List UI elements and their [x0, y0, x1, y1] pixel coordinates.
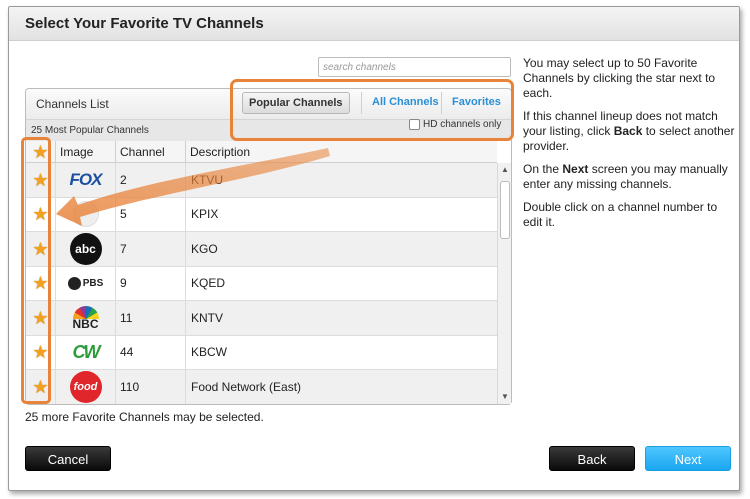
help-text: You may select up to 50 Favorite Channel…	[523, 56, 735, 238]
channel-description: KBCW	[191, 345, 227, 360]
channel-description: Food Network (East)	[191, 379, 302, 394]
hd-only-toggle[interactable]: HD channels only	[409, 119, 501, 130]
help-next-text-pre: On the	[523, 162, 563, 176]
table-scrollbar[interactable]: ▲ ▼	[497, 163, 511, 404]
help-paragraph-back: If this channel lineup does not match yo…	[523, 109, 735, 154]
channels-list-title: Channels List	[36, 97, 109, 111]
table-row[interactable]: ★ CW 44 KBCW	[26, 335, 497, 370]
nbc-logo-text: NBC	[72, 316, 99, 331]
channel-logo-cell: PBS	[56, 266, 116, 300]
scroll-up-arrow-icon[interactable]: ▲	[498, 163, 512, 177]
search-channels-input[interactable]	[318, 57, 511, 77]
channel-number[interactable]: 7	[116, 232, 186, 266]
scroll-down-arrow-icon[interactable]: ▼	[498, 390, 512, 404]
channel-logo-cell: abc	[56, 232, 116, 266]
channel-number[interactable]: 2	[116, 163, 186, 197]
table-row[interactable]: ★ food 110 Food Network (East)	[26, 370, 497, 404]
pbs-logo: PBS	[67, 276, 104, 290]
channel-logo-cell: NBC	[56, 301, 116, 335]
channel-number[interactable]: 5	[116, 197, 186, 231]
tab-favorites[interactable]: Favorites	[441, 92, 507, 114]
help-paragraph-next: On the Next screen you may manually ente…	[523, 162, 735, 192]
help-back-bold: Back	[613, 124, 643, 138]
help-paragraph-limit: You may select up to 50 Favorite Channel…	[523, 56, 716, 100]
hd-only-label: HD channels only	[423, 119, 502, 130]
channel-description: KQED	[191, 276, 226, 291]
table-row[interactable]: ★ NBC 11 KNTV	[26, 301, 497, 336]
channel-description: KPIX	[191, 207, 219, 222]
channel-logo-cell: FOX	[56, 163, 116, 197]
nbc-logo: NBC	[72, 305, 99, 331]
cw-logo: CW	[72, 341, 101, 362]
channel-logo-cell: food	[56, 370, 116, 404]
remaining-favorites-note: 25 more Favorite Channels may be selecte…	[25, 410, 264, 424]
favorite-stars-highlight	[21, 137, 51, 404]
channel-number[interactable]: 44	[116, 335, 186, 369]
channel-column-header: Channel	[116, 141, 186, 163]
table-row[interactable]: ★ FOX 2 KTVU	[26, 163, 497, 198]
food-network-logo: food	[69, 370, 102, 403]
most-popular-label: 25 Most Popular Channels	[31, 125, 149, 136]
cbs-logo	[72, 201, 99, 228]
hd-only-checkbox[interactable]	[409, 119, 420, 130]
channel-description: KGO	[191, 241, 218, 256]
scrollbar-thumb[interactable]	[500, 181, 510, 239]
cancel-button[interactable]: Cancel	[25, 446, 111, 471]
description-column-header: Description	[186, 141, 497, 163]
channel-number[interactable]: 11	[116, 301, 186, 335]
pbs-logo-text: PBS	[82, 277, 104, 289]
abc-logo: abc	[69, 232, 102, 265]
table-row[interactable]: ★ abc 7 KGO	[26, 232, 497, 267]
pbs-head-icon	[67, 276, 81, 290]
channel-number[interactable]: 110	[116, 370, 186, 404]
channel-description: KNTV	[191, 310, 224, 325]
filter-tabs-highlight: Popular Channels All Channels Favorites …	[230, 79, 514, 141]
channel-number[interactable]: 9	[116, 266, 186, 300]
table-row[interactable]: ★ 5 KPIX	[26, 197, 497, 232]
channel-logo-cell	[56, 197, 116, 231]
tab-all-channels[interactable]: All Channels	[361, 92, 445, 114]
next-button[interactable]: Next	[645, 446, 731, 471]
channel-logo-cell: CW	[56, 335, 116, 369]
help-next-bold: Next	[562, 162, 589, 176]
back-button[interactable]: Back	[549, 446, 635, 471]
table-body: ★ FOX 2 KTVU ★ 5 KPIX ★ abc 7 KGO ★ PBS 9 KQED ★ NBC 11 KN…	[26, 163, 497, 404]
fox-logo: FOX	[69, 169, 103, 189]
tab-popular-channels[interactable]: Popular Channels	[242, 92, 350, 114]
channel-description: KTVU	[191, 172, 224, 187]
table-row[interactable]: ★ PBS 9 KQED	[26, 266, 497, 301]
help-paragraph-edit: Double click on a channel number to edit…	[523, 200, 718, 229]
dialog-title: Select Your Favorite TV Channels	[25, 15, 264, 32]
image-column-header: Image	[56, 141, 116, 163]
title-bar: Select Your Favorite TV Channels	[9, 7, 739, 41]
